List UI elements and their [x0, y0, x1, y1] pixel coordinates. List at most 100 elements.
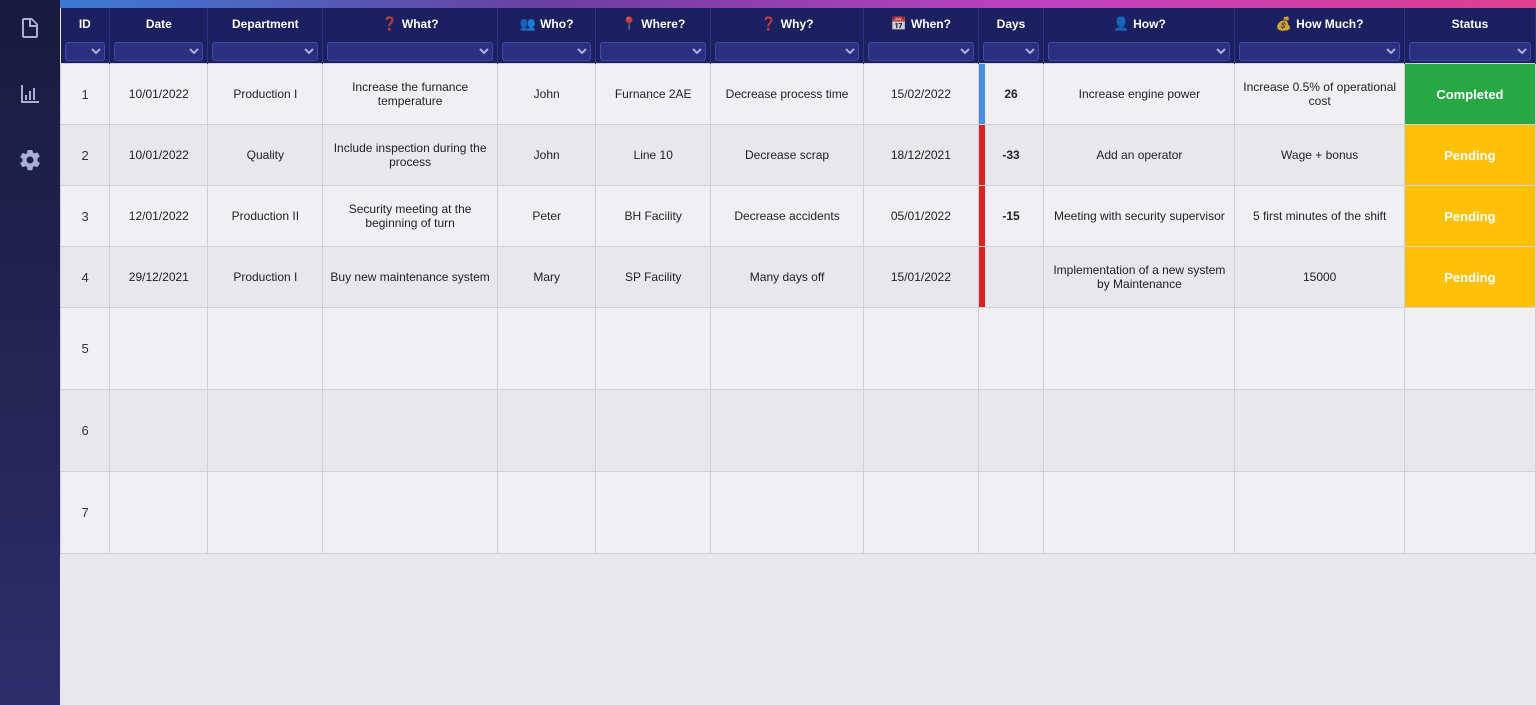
cell-how: Increase engine power: [1044, 64, 1235, 125]
cell-how: Meeting with security supervisor: [1044, 186, 1235, 247]
status-badge: Pending: [1405, 125, 1535, 185]
cell-when: 18/12/2021: [864, 125, 979, 186]
status-badge: Pending: [1405, 247, 1535, 307]
col-header-date: Date: [110, 8, 208, 40]
empty-row: 6: [61, 390, 1536, 472]
cell-where: BH Facility: [596, 186, 711, 247]
cell-who: Peter: [498, 186, 596, 247]
cell-days: -15: [978, 186, 1044, 247]
cell-why: Decrease accidents: [711, 186, 864, 247]
chart-icon[interactable]: [12, 76, 48, 112]
empty-row: 7: [61, 472, 1536, 554]
cell-status: Pending: [1404, 125, 1535, 186]
cell-howmuch: 15000: [1235, 247, 1404, 308]
when-calendar-icon: 📅: [891, 16, 907, 32]
cell-why: Decrease process time: [711, 64, 864, 125]
table-row[interactable]: 110/01/2022Production IIncrease the furn…: [61, 64, 1536, 125]
what-question-icon: ❓: [382, 16, 398, 32]
cell-who: John: [498, 64, 596, 125]
col-header-where: 📍 Where?: [596, 8, 711, 40]
main-content: ID Date Department: [60, 0, 1536, 705]
col-header-how: 👤 How?: [1044, 8, 1235, 40]
cell-why: Decrease scrap: [711, 125, 864, 186]
cell-days: [978, 247, 1044, 308]
howmuch-money-icon: 💰: [1276, 16, 1292, 32]
cell-where: Furnance 2AE: [596, 64, 711, 125]
settings-icon[interactable]: [12, 142, 48, 178]
status-badge: Pending: [1405, 186, 1535, 246]
col-header-id: ID: [61, 8, 110, 40]
col-header-what: ❓ What?: [323, 8, 498, 40]
cell-when: 05/01/2022: [864, 186, 979, 247]
filter-how[interactable]: [1044, 40, 1235, 64]
col-header-days: Days: [978, 8, 1044, 40]
filter-what[interactable]: [323, 40, 498, 64]
cell-id: 4: [61, 247, 110, 308]
filter-dept[interactable]: [208, 40, 323, 64]
cell-department: Production I: [208, 64, 323, 125]
cell-what: Increase the furnance temperature: [323, 64, 498, 125]
table-row[interactable]: 210/01/2022QualityInclude inspection dur…: [61, 125, 1536, 186]
cell-how: Implementation of a new system by Mainte…: [1044, 247, 1235, 308]
cell-when: 15/02/2022: [864, 64, 979, 125]
filter-howmuch[interactable]: [1235, 40, 1404, 64]
filter-when[interactable]: [864, 40, 979, 64]
col-header-why: ❓ Why?: [711, 8, 864, 40]
filter-why[interactable]: [711, 40, 864, 64]
document-icon[interactable]: [12, 10, 48, 46]
cell-id: 3: [61, 186, 110, 247]
col-header-who: 👥 Who?: [498, 8, 596, 40]
cell-howmuch: Increase 0.5% of operational cost: [1235, 64, 1404, 125]
cell-who: John: [498, 125, 596, 186]
cell-date: 12/01/2022: [110, 186, 208, 247]
cell-status: Completed: [1404, 64, 1535, 125]
cell-days: -33: [978, 125, 1044, 186]
empty-row: 5: [61, 308, 1536, 390]
cell-what: Security meeting at the beginning of tur…: [323, 186, 498, 247]
how-person-icon: 👤: [1113, 16, 1129, 32]
table-container: ID Date Department: [60, 8, 1536, 705]
top-gradient-bar: [60, 0, 1536, 8]
why-question-icon: ❓: [761, 16, 777, 32]
who-group-icon: 👥: [520, 16, 536, 32]
filter-who[interactable]: [498, 40, 596, 64]
cell-days: 26: [978, 64, 1044, 125]
sidebar: [0, 0, 60, 705]
cell-status: Pending: [1404, 247, 1535, 308]
action-table: ID Date Department: [60, 8, 1536, 554]
filter-row: [61, 40, 1536, 64]
where-pin-icon: 📍: [621, 16, 637, 32]
table-row[interactable]: 312/01/2022Production IISecurity meeting…: [61, 186, 1536, 247]
cell-why: Many days off: [711, 247, 864, 308]
cell-status: Pending: [1404, 186, 1535, 247]
table-row[interactable]: 429/12/2021Production IBuy new maintenan…: [61, 247, 1536, 308]
cell-department: Production II: [208, 186, 323, 247]
cell-how: Add an operator: [1044, 125, 1235, 186]
cell-howmuch: 5 first minutes of the shift: [1235, 186, 1404, 247]
cell-date: 29/12/2021: [110, 247, 208, 308]
filter-status[interactable]: [1404, 40, 1535, 64]
col-header-status: Status: [1404, 8, 1535, 40]
filter-date[interactable]: [110, 40, 208, 64]
col-header-howmuch: 💰 How Much?: [1235, 8, 1404, 40]
cell-who: Mary: [498, 247, 596, 308]
cell-department: Quality: [208, 125, 323, 186]
header-row: ID Date Department: [61, 8, 1536, 40]
cell-what: Include inspection during the process: [323, 125, 498, 186]
cell-date: 10/01/2022: [110, 125, 208, 186]
cell-id: 2: [61, 125, 110, 186]
cell-date: 10/01/2022: [110, 64, 208, 125]
cell-where: Line 10: [596, 125, 711, 186]
cell-what: Buy new maintenance system: [323, 247, 498, 308]
cell-howmuch: Wage + bonus: [1235, 125, 1404, 186]
filter-id[interactable]: [61, 40, 110, 64]
col-header-department: Department: [208, 8, 323, 40]
filter-where[interactable]: [596, 40, 711, 64]
cell-id: 1: [61, 64, 110, 125]
cell-when: 15/01/2022: [864, 247, 979, 308]
filter-days[interactable]: [978, 40, 1044, 64]
cell-department: Production I: [208, 247, 323, 308]
cell-where: SP Facility: [596, 247, 711, 308]
col-header-when: 📅 When?: [864, 8, 979, 40]
status-badge: Completed: [1405, 64, 1535, 124]
